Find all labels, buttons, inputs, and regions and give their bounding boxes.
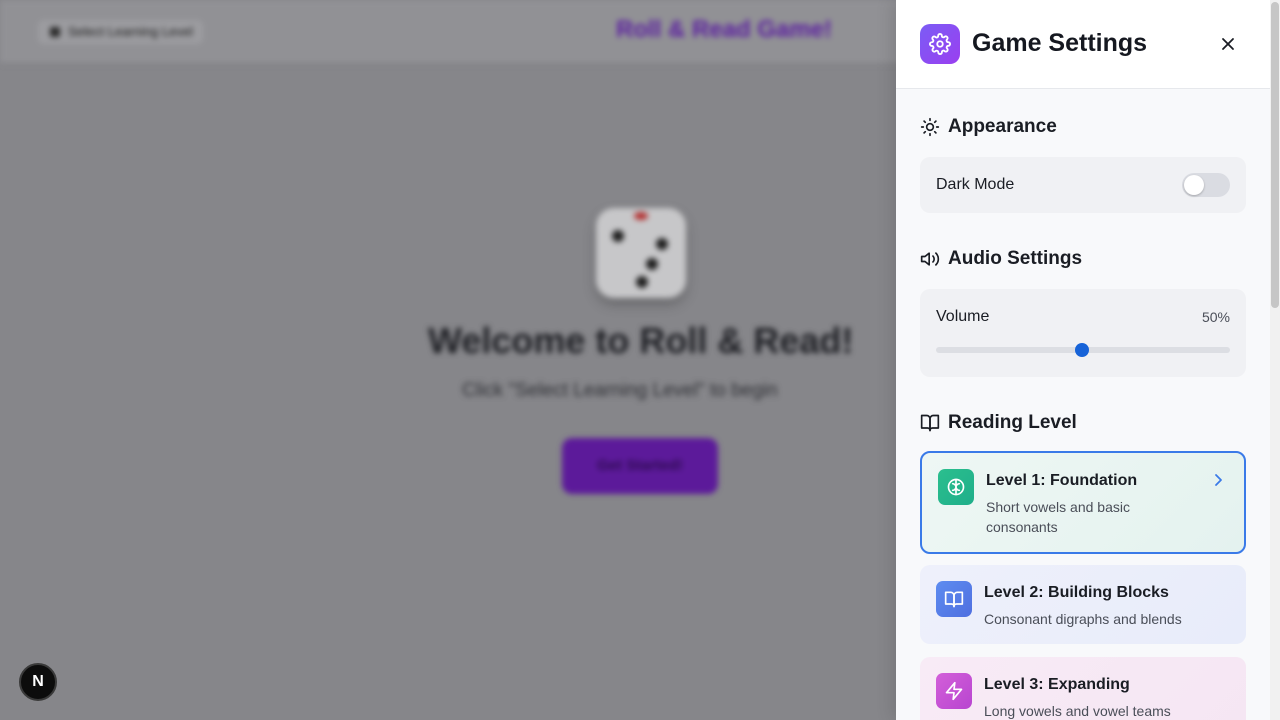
volume-slider-thumb[interactable]	[1075, 343, 1089, 357]
panel-title: Game Settings	[972, 29, 1148, 57]
book-icon	[936, 581, 972, 617]
reading-heading: Reading Level	[948, 412, 1077, 433]
dev-tools-badge[interactable]: N	[19, 663, 57, 701]
panel-header: Game Settings	[896, 0, 1280, 89]
audio-section-heading: Audio Settings	[920, 247, 1082, 271]
level-1-title: Level 1: Foundation	[986, 472, 1138, 489]
welcome-heading: Welcome to Roll & Read!	[428, 320, 854, 361]
level-card-building-blocks[interactable]: Level 2: Building Blocks Consonant digra…	[920, 565, 1246, 644]
level-2-description: Consonant digraphs and blends	[984, 611, 1182, 627]
close-icon	[1222, 38, 1234, 50]
level-2-title: Level 2: Building Blocks	[984, 584, 1169, 601]
zap-icon	[936, 673, 972, 709]
welcome-subtitle: Click "Select Learning Level" to begin	[462, 380, 778, 401]
sun-icon	[920, 117, 940, 137]
dark-mode-card: Dark Mode	[920, 157, 1246, 213]
appearance-section-heading: Appearance	[920, 115, 1057, 139]
reading-section-heading: Reading Level	[920, 411, 1077, 435]
speaker-icon	[920, 249, 940, 269]
select-level-button: Select Learning Level	[38, 20, 204, 44]
appearance-heading: Appearance	[948, 116, 1057, 137]
level-card-foundation[interactable]: Level 1: Foundation Short vowels and bas…	[920, 451, 1246, 554]
scrollbar-thumb[interactable]	[1271, 2, 1279, 308]
volume-label: Volume	[936, 308, 990, 325]
select-level-label: Select Learning Level	[68, 24, 194, 39]
dice-icon	[596, 208, 686, 298]
level-3-title: Level 3: Expanding	[984, 676, 1130, 693]
dark-mode-label: Dark Mode	[936, 176, 1015, 193]
game-title: Roll & Read Game!	[616, 16, 833, 43]
open-book-icon	[920, 413, 940, 433]
dark-mode-toggle[interactable]	[1182, 173, 1230, 197]
close-button[interactable]	[1214, 30, 1242, 58]
level-1-description: Short vowels and basic consonants	[986, 499, 1130, 535]
panel-scrollbar[interactable]	[1270, 0, 1280, 720]
app-header: Select Learning Level Roll & Read Game!	[0, 0, 896, 64]
audio-heading: Audio Settings	[948, 248, 1083, 269]
volume-value: 50%	[1201, 309, 1230, 325]
get-started-button: Get Started!	[562, 438, 718, 494]
settings-panel: Game Settings Appearance Dark Mode Audio…	[896, 0, 1280, 720]
brain-icon	[938, 469, 974, 505]
toggle-knob	[1184, 175, 1204, 195]
settings-gear-icon	[920, 24, 960, 64]
volume-card: Volume 50%	[920, 289, 1246, 377]
layers-icon	[50, 27, 60, 37]
chevron-right-icon	[1215, 474, 1222, 486]
background-app: Select Learning Level Roll & Read Game! …	[0, 0, 896, 720]
level-card-expanding[interactable]: Level 3: Expanding Long vowels and vowel…	[920, 657, 1246, 720]
level-3-description: Long vowels and vowel teams	[984, 703, 1171, 719]
